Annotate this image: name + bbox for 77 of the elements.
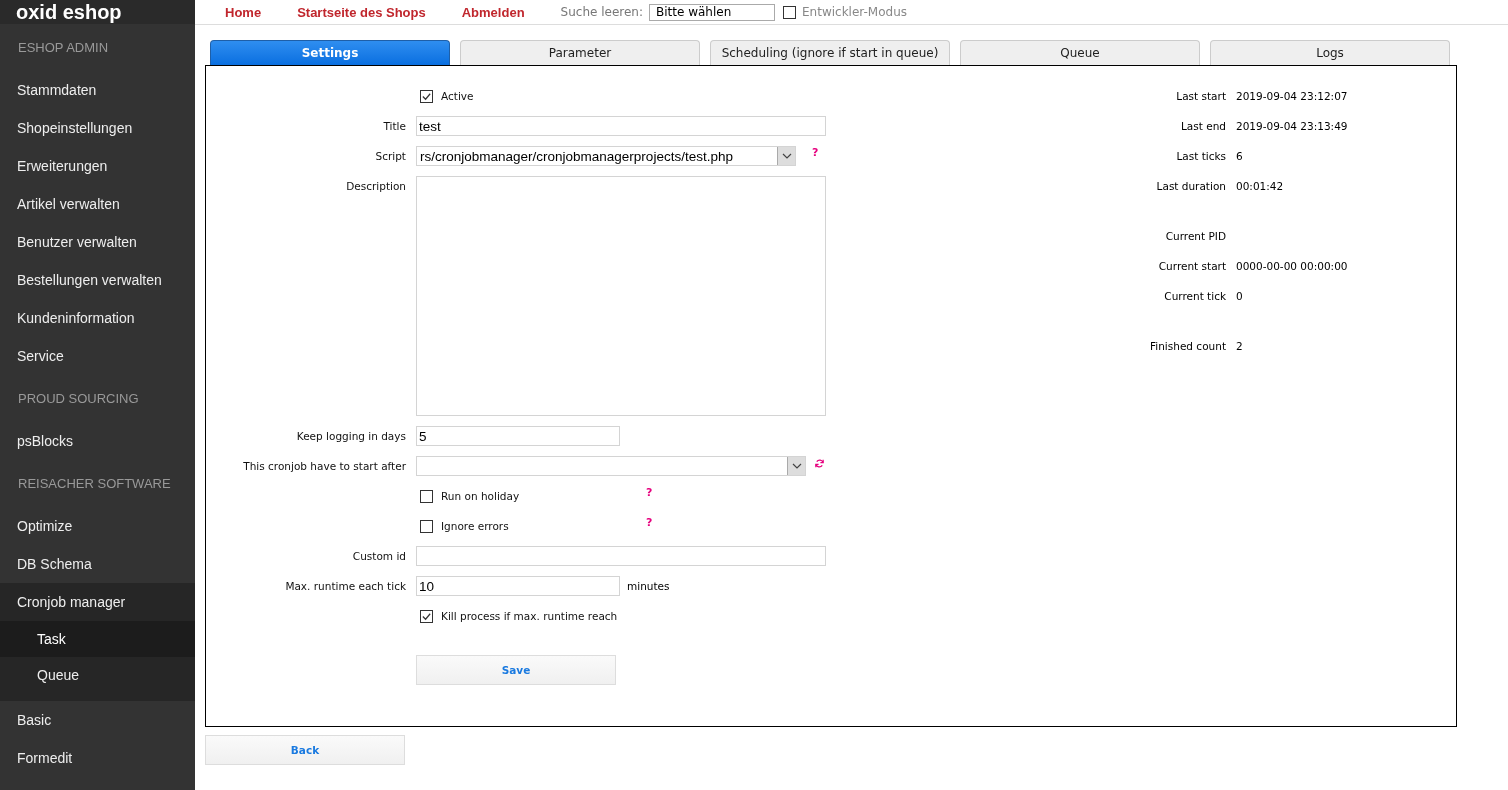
input-field[interactable] (416, 546, 826, 566)
sidebar-item[interactable]: Shopeinstellungen (0, 109, 195, 147)
info-value: 0 (1236, 289, 1243, 304)
tab[interactable]: Scheduling (ignore if start in queue) (710, 40, 950, 65)
checkbox-label: Ignore errors (441, 520, 509, 532)
checkbox-label: Kill process if max. runtime reach (441, 610, 618, 622)
sidebar-item[interactable]: Kundeninformation (0, 299, 195, 337)
top-link[interactable]: Startseite des Shops (297, 4, 426, 20)
info-value: 6 (1236, 149, 1243, 164)
caret-icon (787, 457, 805, 475)
info-label: Last start (1175, 89, 1227, 104)
select-field[interactable]: rs/cronjobmanager/cronjobmanagerprojects/test.php (416, 146, 796, 166)
tab[interactable]: Queue (960, 40, 1200, 65)
field-label: Max. runtime each tick (285, 580, 406, 592)
logo: oxid eshop (16, 2, 122, 22)
info-label: Last ticks (1175, 149, 1227, 164)
checkbox[interactable] (420, 609, 433, 623)
checkbox-label: Run on holiday (441, 490, 520, 502)
sidebar-item[interactable]: Service (0, 337, 195, 375)
input-field[interactable]: test (416, 116, 826, 136)
sidebar-subitem[interactable]: Queue (0, 657, 195, 693)
checkbox[interactable] (420, 89, 433, 103)
field-label: This cronjob have to start after (243, 460, 406, 472)
input-field[interactable]: 5 (416, 426, 620, 446)
sidebar-item[interactable]: psBlocks (0, 422, 195, 460)
sidebar-item[interactable]: Bestellungen verwalten (0, 261, 195, 299)
checkbox[interactable] (420, 489, 433, 503)
sidebar-item[interactable]: Benutzer verwalten (0, 223, 195, 261)
input-field[interactable]: 10 (416, 576, 620, 596)
sidebar-subitem[interactable]: Task (0, 621, 195, 657)
top-link[interactable]: Home (225, 4, 262, 20)
info-label: Current tick (1163, 289, 1227, 304)
help-link[interactable]: ? (646, 515, 653, 529)
field-label: Script (375, 150, 406, 162)
section-heading: PROUD SOURCING (17, 390, 140, 408)
info-label: Last end (1180, 119, 1227, 134)
info-value: 0000-00-00 00:00:00 (1236, 259, 1348, 274)
info-value: 2019-09-04 23:12:07 (1236, 89, 1348, 104)
help-link[interactable]: ? (812, 145, 819, 159)
back-button[interactable]: Back (205, 735, 405, 765)
tab[interactable]: Parameter (460, 40, 700, 65)
info-label: Last duration (1155, 179, 1227, 194)
checkbox-label: Active (441, 90, 474, 102)
search-select[interactable]: Bitte wählen (649, 3, 775, 21)
info-value: 00:01:42 (1236, 179, 1284, 194)
sidebar-item[interactable]: Erweiterungen (0, 147, 195, 185)
field-label: Custom id (352, 550, 406, 562)
tab[interactable]: Logs (1210, 40, 1450, 65)
checkbox[interactable] (783, 5, 796, 19)
sidebar-item[interactable]: Basic (0, 701, 195, 739)
sidebar-item[interactable]: Stammdaten (0, 71, 195, 109)
field-label: Description (346, 180, 406, 192)
info-value: 2019-09-04 23:13:49 (1236, 119, 1348, 134)
field-label: Keep logging in days (296, 430, 406, 442)
tab[interactable]: Settings (210, 40, 450, 65)
save-button[interactable]: Save (416, 655, 616, 685)
section-heading: ESHOP ADMIN (17, 39, 110, 57)
info-label: Current PID (1164, 229, 1227, 244)
info-value: 2 (1236, 339, 1243, 354)
caret-icon (777, 147, 795, 165)
info-label: Finished count (1149, 339, 1227, 354)
section-heading: REISACHER SOFTWARE (17, 475, 172, 493)
checkbox-label: Entwickler-Modus (802, 5, 907, 19)
select-field[interactable] (416, 456, 806, 476)
sidebar-item[interactable]: Formedit (0, 739, 195, 777)
sidebar-item[interactable]: DB Schema (0, 545, 195, 583)
field-label: Title (383, 120, 406, 132)
checkbox[interactable] (420, 519, 433, 533)
info-label: Current start (1157, 259, 1227, 274)
search-label: Suche leeren: (560, 5, 643, 19)
unit-label: minutes (627, 580, 670, 592)
top-link[interactable]: Abmelden (461, 4, 525, 20)
refresh-icon[interactable] (814, 457, 825, 469)
textarea-field[interactable] (416, 176, 826, 416)
sidebar-item[interactable]: Optimize (0, 507, 195, 545)
sidebar-item[interactable]: Artikel verwalten (0, 185, 195, 223)
help-link[interactable]: ? (646, 485, 653, 499)
